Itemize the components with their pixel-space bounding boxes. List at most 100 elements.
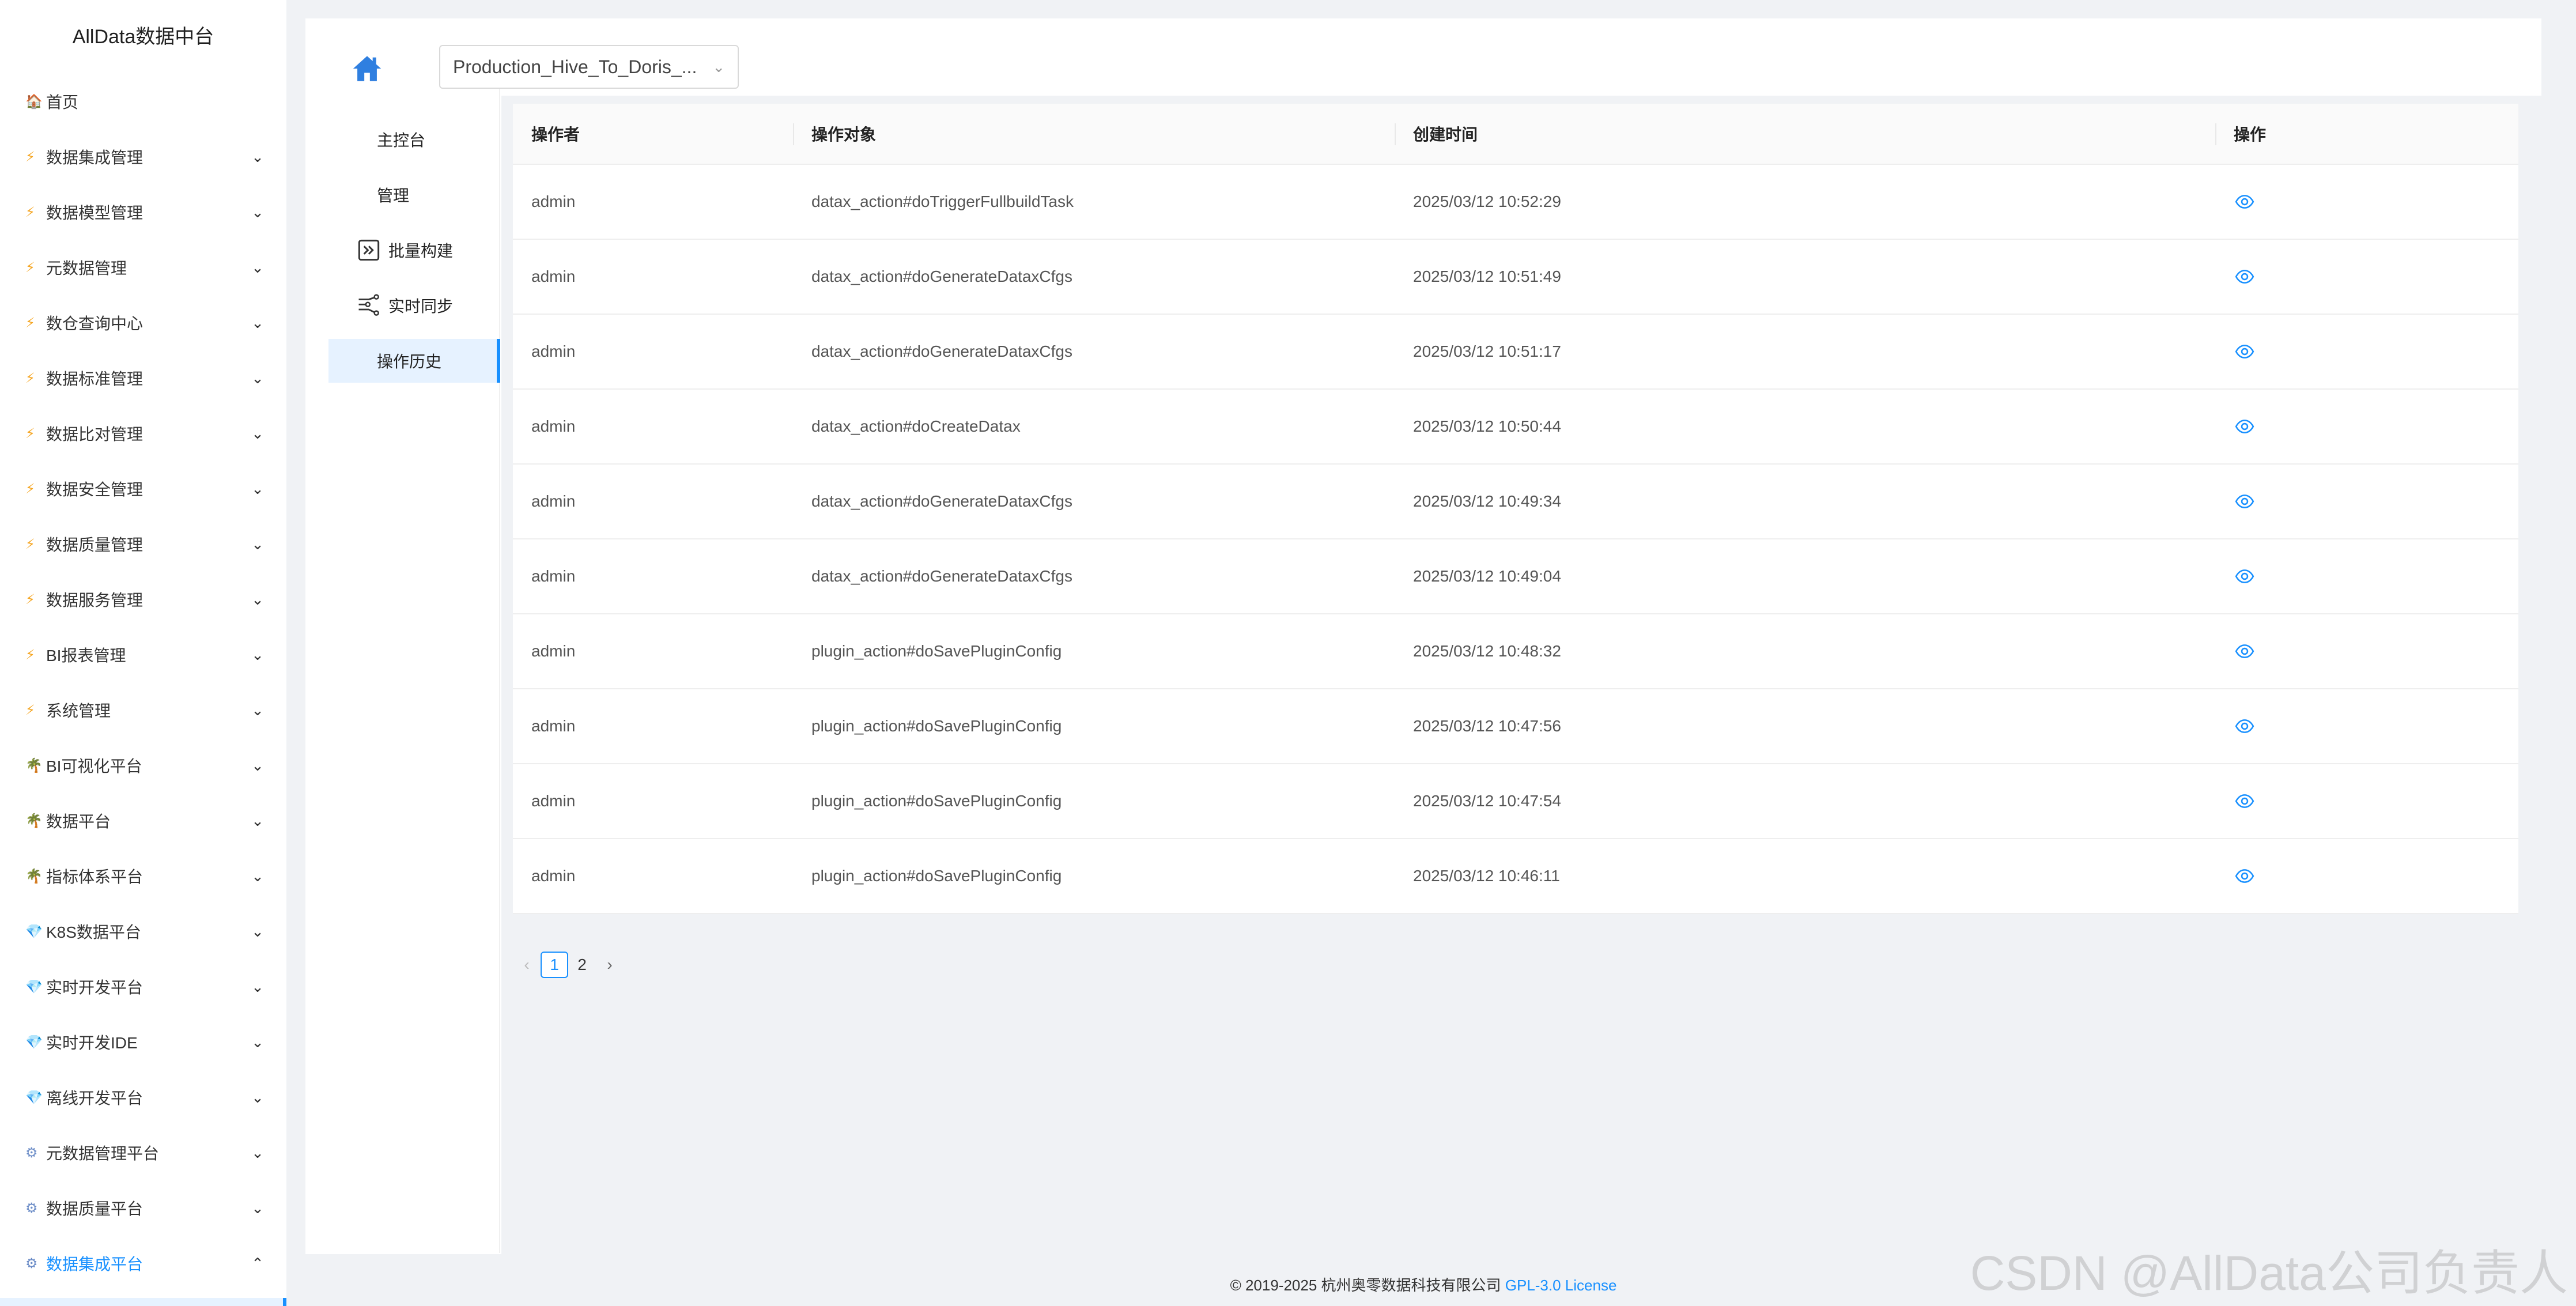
sidebar-item[interactable]: 🌴 数据平台 ⌄	[0, 793, 286, 848]
chevron-down-icon: ⌄	[251, 314, 264, 331]
gem-icon: 💎	[25, 1089, 43, 1105]
view-detail-button[interactable]	[2234, 565, 2256, 587]
sidebar-item-label: 离线开发平台	[46, 1089, 143, 1107]
sidebar-item[interactable]: ⚙ 数据质量平台 ⌄	[0, 1180, 286, 1236]
table-row: admin datax_action#doGenerateDataxCfgs 202…	[513, 539, 2518, 614]
sidebar-item[interactable]: ⚡ 数仓查询中心 ⌄	[0, 295, 286, 350]
pagination-page-2[interactable]: 2	[568, 952, 596, 978]
eye-icon	[2235, 719, 2254, 733]
view-detail-button[interactable]	[2234, 865, 2256, 887]
table-row: admin plugin_action#doSavePluginConfig 202…	[513, 689, 2518, 764]
bolt-icon: ⚡	[25, 702, 35, 718]
table-row: admin plugin_action#doSavePluginConfig 202…	[513, 614, 2518, 689]
sidebar-item[interactable]: ⚙ 数据集成平台 ⌃	[0, 1236, 286, 1291]
sidebar-item-label: 数据比对管理	[46, 425, 143, 443]
table-row: admin plugin_action#doSavePluginConfig 202…	[513, 764, 2518, 839]
sidebar-item-label: 数据平台	[46, 813, 111, 831]
cell-operator: admin	[531, 867, 576, 885]
cell-action	[2215, 465, 2518, 538]
sidebar-item[interactable]: ⚡ 数据模型管理 ⌄	[0, 184, 286, 240]
subnav-item-manage[interactable]: 管理	[328, 173, 500, 217]
sidebar-item-label: BI可视化平台	[46, 757, 142, 775]
cell-target: datax_action#doGenerateDataxCfgs	[811, 567, 1072, 585]
cell-action	[2215, 614, 2518, 688]
sidebar-item[interactable]: ⚡ BI报表管理 ⌄	[0, 627, 286, 682]
home-button[interactable]	[350, 52, 384, 85]
cell-operator: admin	[531, 342, 576, 360]
eye-icon	[2235, 345, 2254, 358]
column-header-target: 操作对象	[793, 104, 1395, 164]
view-detail-button[interactable]	[2234, 341, 2256, 363]
watermark: CSDN @AllData公司负责人	[1970, 1246, 2568, 1300]
sidebar-item[interactable]: ⚡ 数据集成管理 ⌄	[0, 129, 286, 184]
sidebar-item[interactable]: 💎 实时开发平台 ⌄	[0, 959, 286, 1014]
subnav-item-realtime-sync[interactable]: 实时同步	[328, 284, 500, 327]
chevron-down-icon: ⌄	[251, 1199, 264, 1217]
subnav-item-label: 操作历史	[377, 353, 442, 371]
sidebar-item[interactable]: 💎 实时开发IDE ⌄	[0, 1014, 286, 1070]
view-detail-button[interactable]	[2234, 715, 2256, 737]
pipeline-select[interactable]: Production_Hive_To_Doris_... ⌄	[439, 45, 739, 89]
sidebar-item-label: 首页	[46, 93, 79, 111]
cell-created: 2025/03/12 10:49:04	[1413, 567, 1561, 585]
cell-target: datax_action#doGenerateDataxCfgs	[811, 342, 1072, 360]
subnav-item-operation-history[interactable]: 操作历史	[328, 339, 500, 383]
subnav-item-label: 主控台	[377, 131, 426, 149]
cell-action	[2215, 390, 2518, 463]
chevron-down-icon: ⌄	[251, 1088, 264, 1106]
sidebar-item[interactable]: 🌴 指标体系平台 ⌄	[0, 848, 286, 904]
view-detail-button[interactable]	[2234, 266, 2256, 288]
view-detail-button[interactable]	[2234, 790, 2256, 812]
view-detail-button[interactable]	[2234, 416, 2256, 437]
pagination-next-button[interactable]: ›	[596, 956, 624, 974]
subnav-item-batch-build[interactable]: 批量构建	[328, 228, 500, 272]
sidebar-item[interactable]: 🌴 BI可视化平台 ⌄	[0, 738, 286, 793]
plant-icon: 🌴	[25, 868, 43, 884]
sidebar-item[interactable]: ⚡ 数据质量管理 ⌄	[0, 516, 286, 572]
view-detail-button[interactable]	[2234, 191, 2256, 213]
sidebar-item[interactable]: ⚡ 数据安全管理 ⌄	[0, 461, 286, 516]
pagination-page-1[interactable]: 1	[541, 952, 568, 978]
sidebar-item[interactable]: 🏠 首页	[0, 74, 286, 129]
subnav-item-console[interactable]: 主控台	[328, 118, 500, 161]
cell-target: plugin_action#doSavePluginConfig	[811, 792, 1062, 810]
table-row: admin plugin_action#doSavePluginConfig 202…	[513, 839, 2518, 914]
sidebar-item[interactable]: ⚡ 数据标准管理 ⌄	[0, 350, 286, 406]
pagination-prev-button[interactable]: ‹	[513, 956, 541, 974]
cell-operator: admin	[531, 567, 576, 585]
bolt-icon: ⚡	[25, 370, 35, 386]
view-detail-button[interactable]	[2234, 640, 2256, 662]
cell-created: 2025/03/12 10:50:44	[1413, 417, 1561, 435]
cell-operator: admin	[531, 792, 576, 810]
plant-icon: 🌴	[25, 757, 43, 773]
operation-history-table: 操作者 操作对象 创建时间 操作 admin datax_action#doTri…	[513, 104, 2518, 914]
sidebar-item[interactable]: ⚡ 元数据管理 ⌄	[0, 240, 286, 295]
cell-created: 2025/03/12 10:47:56	[1413, 717, 1561, 735]
cell-operator: admin	[531, 267, 576, 285]
gears-icon: ⚙	[25, 1145, 38, 1161]
bolt-icon: ⚡	[25, 425, 35, 441]
chevron-down-icon: ⌄	[251, 756, 264, 774]
chevron-down-icon: ⌄	[251, 646, 264, 663]
sidebar-item[interactable]: ⚡ 数据服务管理 ⌄	[0, 572, 286, 627]
eye-icon	[2235, 569, 2254, 583]
chevron-up-icon: ⌃	[251, 1254, 264, 1272]
sidebar-item-label: 数据标准管理	[46, 370, 143, 388]
table-row: admin datax_action#doGenerateDataxCfgs 202…	[513, 315, 2518, 390]
footer-license-link[interactable]: GPL-3.0 License	[1505, 1277, 1617, 1294]
plant-icon: 🌴	[25, 813, 43, 829]
view-detail-button[interactable]	[2234, 490, 2256, 512]
sidebar-item-label: 元数据管理	[46, 259, 127, 277]
sidebar-item-label: 实时开发平台	[46, 979, 143, 997]
sidebar-item[interactable]: 💎 离线开发平台 ⌄	[0, 1070, 286, 1125]
bolt-icon: ⚡	[25, 259, 35, 275]
sidebar-item[interactable]: ⚙ 元数据管理平台 ⌄	[0, 1125, 286, 1180]
sidebar-item-label: 实时开发IDE	[46, 1034, 138, 1052]
sidebar-item[interactable]: ⚡ 数据比对管理 ⌄	[0, 406, 286, 461]
cell-action	[2215, 315, 2518, 388]
sidebar-item-label: K8S数据平台	[46, 923, 141, 941]
chevron-down-icon: ⌄	[251, 922, 264, 940]
sidebar-item[interactable]: 💎 K8S数据平台 ⌄	[0, 904, 286, 959]
sidebar-item-label: 数据服务管理	[46, 591, 143, 609]
sidebar-item[interactable]: ⚡ 系统管理 ⌄	[0, 682, 286, 738]
